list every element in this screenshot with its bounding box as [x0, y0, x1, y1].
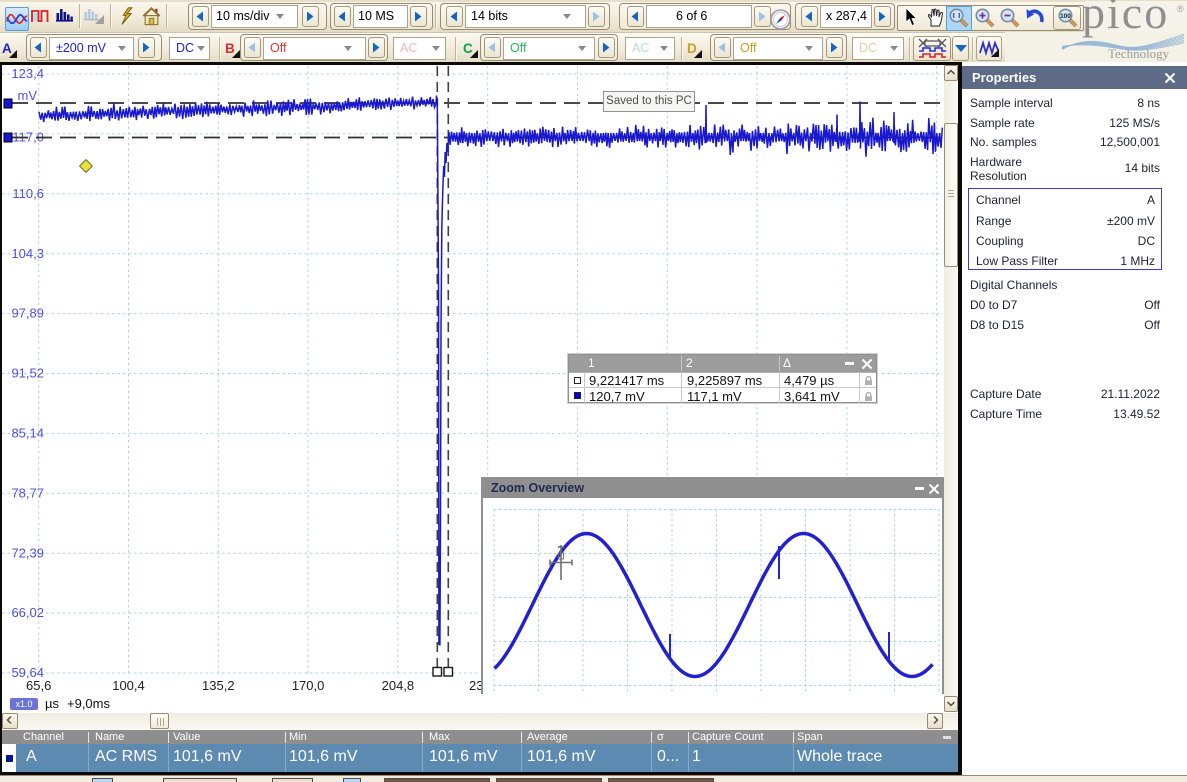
svg-text:72,39: 72,39: [11, 545, 44, 560]
svg-text:170,0: 170,0: [292, 678, 325, 693]
svg-text:110,6: 110,6: [12, 186, 44, 201]
svg-text:mV: mV: [18, 88, 38, 103]
svg-text:85,14: 85,14: [11, 426, 44, 441]
svg-text:204,8: 204,8: [382, 678, 415, 693]
svg-text:78,77: 78,77: [11, 485, 44, 500]
svg-text:123,4: 123,4: [11, 66, 44, 81]
svg-text:65,6: 65,6: [26, 678, 51, 693]
svg-text:135,2: 135,2: [202, 678, 235, 693]
svg-text:91,52: 91,52: [11, 366, 44, 381]
svg-text:97,89: 97,89: [11, 306, 44, 321]
svg-text:66,02: 66,02: [11, 605, 44, 620]
svg-text:104,3: 104,3: [11, 246, 44, 261]
svg-text:100: 100: [1060, 13, 1071, 20]
svg-text:100,4: 100,4: [112, 678, 145, 693]
